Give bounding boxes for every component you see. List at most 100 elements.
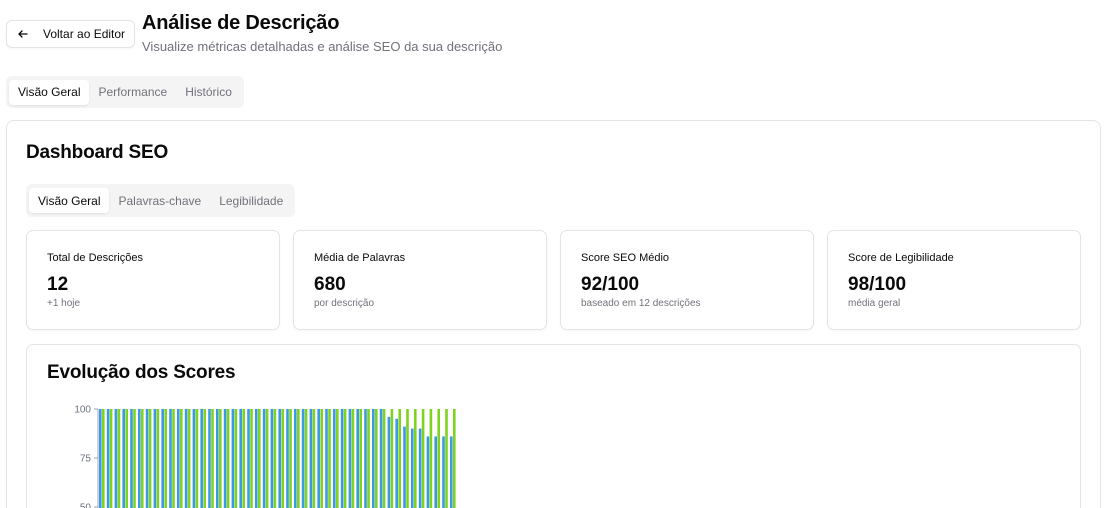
bar-legibilidade[interactable] [164,409,167,508]
bar-seo[interactable] [325,409,328,508]
bar-legibilidade[interactable] [312,409,316,508]
bar-seo[interactable] [138,409,141,508]
bar-seo[interactable] [286,409,289,508]
bar-seo[interactable] [270,409,274,508]
bar-legibilidade[interactable] [117,409,121,508]
bar-legibilidade[interactable] [304,409,308,508]
bar-legibilidade[interactable] [421,409,425,508]
bar-seo[interactable] [379,409,383,508]
bar-legibilidade[interactable] [336,409,339,508]
bar-legibilidade[interactable] [250,409,253,508]
bar-legibilidade[interactable] [437,409,440,508]
tab-historico[interactable]: Histórico [176,80,241,105]
bar-seo[interactable] [262,409,266,508]
bar-legibilidade[interactable] [211,409,214,508]
bar-seo[interactable] [223,409,227,508]
bar-seo[interactable] [130,409,133,508]
bar-seo[interactable] [184,409,188,508]
score-evolution-chart: 100 75 50 [74,405,456,508]
bar-seo[interactable] [372,409,375,508]
bar-seo[interactable] [255,409,258,508]
bar-legibilidade[interactable] [258,409,261,508]
bar-seo[interactable] [442,436,445,508]
bar-legibilidade[interactable] [187,409,191,508]
bar-legibilidade[interactable] [148,409,152,508]
bar-legibilidade[interactable] [102,409,105,508]
bar-seo[interactable] [208,409,211,508]
bar-seo[interactable] [239,409,242,508]
back-to-editor-button[interactable]: Voltar ao Editor [6,20,135,48]
bar-legibilidade[interactable] [156,409,160,508]
bar-legibilidade[interactable] [125,409,128,508]
bar-legibilidade[interactable] [390,409,394,508]
bar-seo[interactable] [309,409,313,508]
bar-legibilidade[interactable] [141,409,144,508]
bar-seo[interactable] [247,409,250,508]
dashboard-tab-palavras-chave[interactable]: Palavras-chave [109,188,210,213]
bar-legibilidade[interactable] [359,409,362,508]
bar-seo[interactable] [450,436,453,508]
bar-seo[interactable] [333,409,336,508]
bar-seo[interactable] [426,436,430,508]
bar-legibilidade[interactable] [320,409,323,508]
bar-legibilidade[interactable] [281,409,284,508]
bar-legibilidade[interactable] [414,409,417,508]
bar-seo[interactable] [200,409,203,508]
bar-seo[interactable] [340,409,344,508]
bar-seo[interactable] [106,409,110,508]
bar-seo[interactable] [122,409,125,508]
bar-legibilidade[interactable] [429,409,433,508]
bar-seo[interactable] [231,409,235,508]
bar-legibilidade[interactable] [226,409,230,508]
bar-seo[interactable] [294,409,297,508]
bar-legibilidade[interactable] [180,409,183,508]
tab-visao-geral[interactable]: Visão Geral [9,79,90,105]
bar-legibilidade[interactable] [343,409,347,508]
bar-legibilidade[interactable] [195,409,199,508]
bar-legibilidade[interactable] [445,409,448,508]
bar-seo[interactable] [114,409,118,508]
bar-legibilidade[interactable] [297,409,300,508]
bar-seo[interactable] [177,409,180,508]
bar-seo[interactable] [348,409,352,508]
bar-seo[interactable] [411,428,414,508]
bar-seo[interactable] [145,409,149,508]
bar-seo[interactable] [161,409,164,508]
bar-legibilidade[interactable] [375,409,378,508]
bar-legibilidade[interactable] [398,409,401,508]
bar-seo[interactable] [301,409,305,508]
bar-seo[interactable] [356,409,359,508]
bar-seo[interactable] [153,409,157,508]
dashboard-tab-visao-geral[interactable]: Visão Geral [29,188,110,213]
bar-seo[interactable] [403,426,406,508]
bar-legibilidade[interactable] [273,409,277,508]
bar-legibilidade[interactable] [172,409,175,508]
bar-seo[interactable] [216,409,219,508]
bar-legibilidade[interactable] [382,409,386,508]
bar-legibilidade[interactable] [351,409,355,508]
bar-seo[interactable] [169,409,172,508]
bar-seo[interactable] [317,409,320,508]
bar-seo[interactable] [395,418,398,508]
bar-legibilidade[interactable] [203,409,206,508]
bar-legibilidade[interactable] [219,409,222,508]
bar-legibilidade[interactable] [367,409,370,508]
bar-legibilidade[interactable] [328,409,331,508]
bar-legibilidade[interactable] [289,409,292,508]
tab-performance[interactable]: Performance [89,80,176,105]
bar-legibilidade[interactable] [133,409,136,508]
bar-seo[interactable] [364,409,367,508]
bar-seo[interactable] [99,409,102,508]
bar-legibilidade[interactable] [242,409,245,508]
bar-seo[interactable] [192,409,196,508]
bar-legibilidade[interactable] [453,409,456,508]
bar-legibilidade[interactable] [234,409,238,508]
bar-seo[interactable] [418,428,422,508]
bar-seo[interactable] [278,409,281,508]
bar-legibilidade[interactable] [406,409,409,508]
bar-legibilidade[interactable] [265,409,269,508]
bar-seo[interactable] [434,436,437,508]
bar-legibilidade[interactable] [109,409,113,508]
dashboard-tab-legibilidade[interactable]: Legibilidade [210,188,292,213]
bar-seo[interactable] [387,416,391,508]
